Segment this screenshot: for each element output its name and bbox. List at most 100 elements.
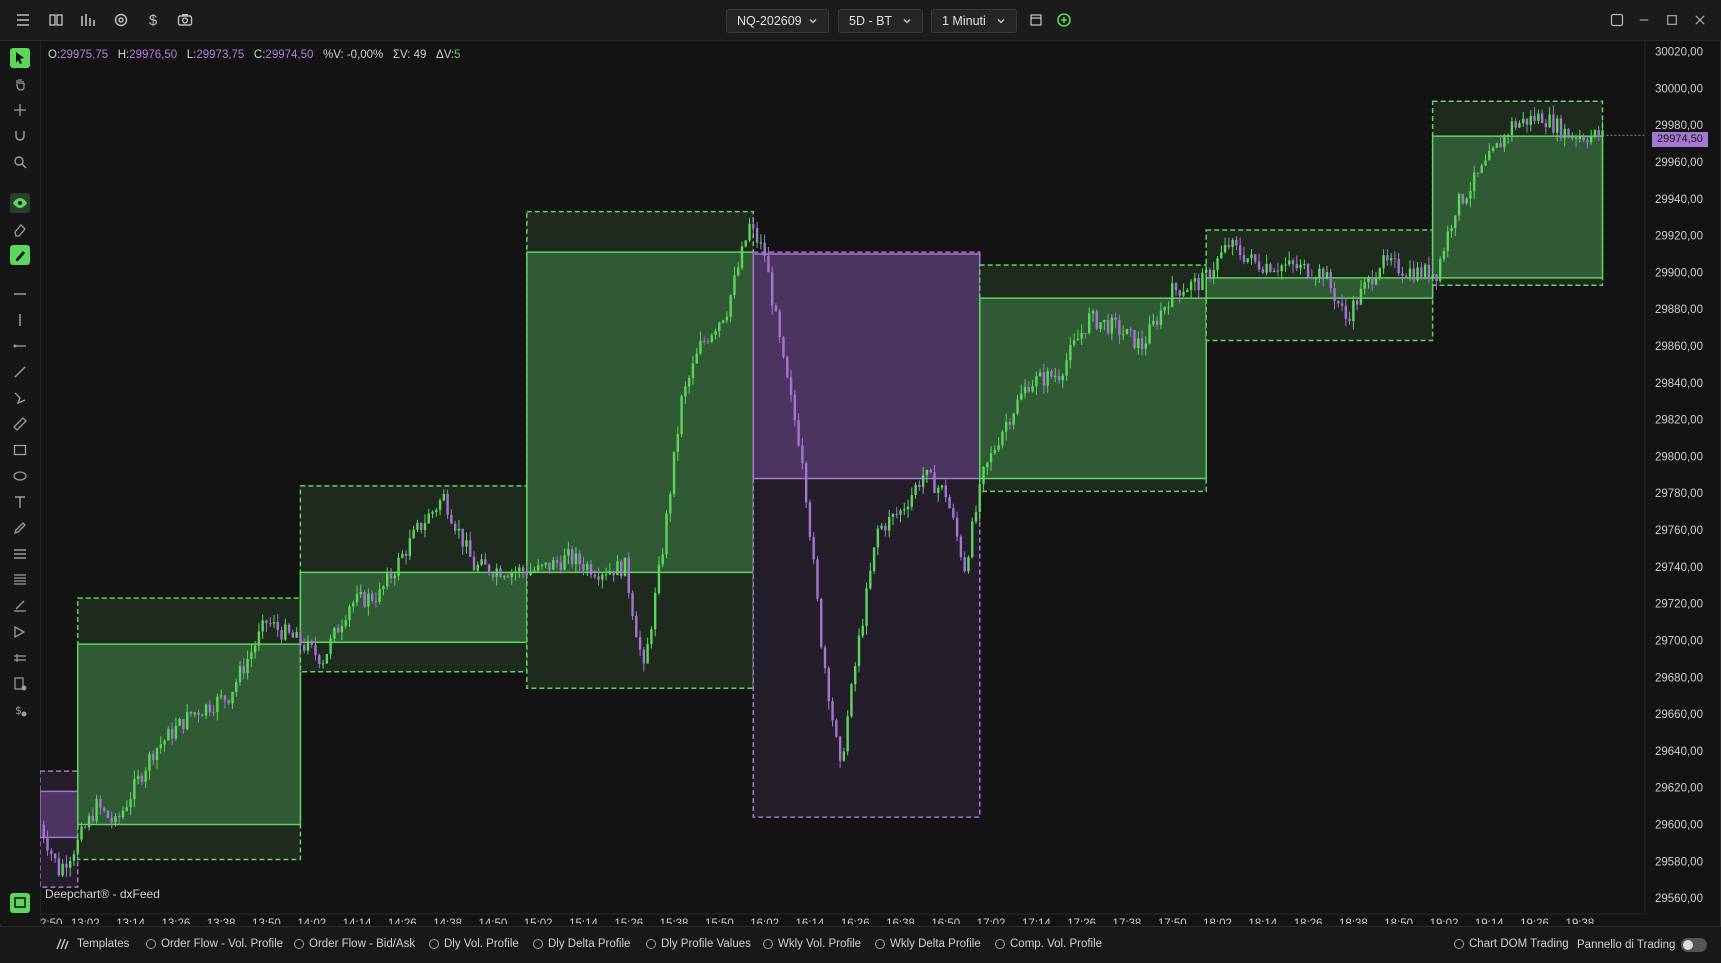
candle-body — [261, 620, 264, 632]
fib-icon[interactable] — [10, 570, 30, 590]
levels-icon[interactable] — [10, 648, 30, 668]
settings-icon[interactable] — [110, 9, 132, 31]
candle-body — [876, 528, 880, 548]
candle-body — [555, 559, 559, 563]
x-tick-label: 17:02 — [977, 918, 1006, 924]
candle-body — [884, 525, 887, 531]
horizontal-line-icon[interactable] — [10, 284, 30, 304]
option-comp-vol-profile[interactable]: Comp. Vol. Profile — [995, 938, 1102, 950]
path-icon[interactable] — [10, 388, 30, 408]
symbol-dropdown[interactable]: NQ-202609 — [726, 9, 829, 33]
option-label: Comp. Vol. Profile — [1010, 938, 1103, 950]
candle-body — [650, 629, 653, 645]
eye-icon[interactable] — [10, 193, 30, 213]
close-icon[interactable] — [1690, 10, 1710, 30]
zoom-icon[interactable] — [10, 152, 30, 172]
y-tick-label: 29620,00 — [1655, 783, 1703, 795]
candle-body — [1431, 274, 1434, 279]
interval-dropdown[interactable]: 1 Minuti — [931, 9, 1017, 33]
candle-body — [540, 564, 544, 566]
candle-body — [774, 305, 778, 312]
candle-body — [1016, 399, 1019, 414]
signature-icon[interactable] — [10, 596, 30, 616]
candle-body — [1012, 413, 1015, 425]
option-label: Order Flow - Vol. Profile — [161, 938, 284, 950]
ray-icon[interactable] — [10, 336, 30, 356]
option-dly-vol-profile[interactable]: Dly Vol. Profile — [429, 938, 519, 950]
candle-body — [1004, 421, 1008, 432]
long-position-icon[interactable] — [10, 622, 30, 642]
candle-body — [272, 622, 276, 624]
candle-body — [846, 716, 849, 752]
x-tick-label: 19:14 — [1475, 918, 1504, 924]
chart-dom-trading-option[interactable]: Chart DOM Trading — [1454, 938, 1569, 950]
trading-panel-toggle[interactable]: Pannello di Trading — [1577, 938, 1708, 952]
option-dly-delta-profile[interactable]: Dly Delta Profile — [533, 938, 630, 950]
camera-icon[interactable] — [174, 9, 196, 31]
candle-body — [46, 838, 49, 851]
y-tick-label: 29720,00 — [1655, 599, 1703, 611]
candle-body — [684, 386, 687, 397]
vertical-line-icon[interactable] — [10, 310, 30, 330]
candle-body — [1250, 254, 1253, 259]
candle-body — [159, 744, 162, 749]
eraser-icon[interactable] — [10, 219, 30, 239]
option-wkly-vol-profile[interactable]: Wkly Vol. Profile — [763, 938, 861, 950]
candle-body — [197, 712, 200, 716]
option-wkly-delta-profile[interactable]: Wkly Delta Profile — [875, 938, 981, 950]
price-chart[interactable]: 30020,00 30000,00 29980,00 29960,00 29940,00… — [40, 41, 1721, 924]
ruler-icon[interactable] — [10, 414, 30, 434]
dollar-order-icon[interactable]: $ — [10, 700, 30, 720]
minimize-icon[interactable] — [1634, 10, 1654, 30]
candle-body — [1337, 301, 1340, 304]
menu-icon[interactable] — [12, 9, 34, 31]
order-icon[interactable] — [10, 674, 30, 694]
templates-button[interactable]: Templates — [55, 938, 129, 950]
candle-body — [865, 588, 868, 626]
text-icon[interactable] — [10, 492, 30, 512]
bars-icon[interactable] — [77, 9, 99, 31]
rectangle-icon[interactable] — [10, 440, 30, 460]
candle-body — [963, 557, 966, 572]
candle-body — [201, 715, 204, 717]
toggle-switch[interactable] — [1681, 938, 1708, 952]
pointer-icon[interactable] — [10, 48, 30, 68]
crosshair-icon[interactable] — [10, 100, 30, 120]
window-icon[interactable] — [1025, 9, 1047, 31]
lock-draw-icon[interactable] — [10, 245, 30, 265]
candle-body — [1438, 259, 1442, 281]
candle-body — [1072, 340, 1076, 345]
x-tick-label: 15:26 — [614, 918, 643, 924]
candle-body — [1201, 272, 1204, 290]
maximize-icon[interactable] — [1662, 10, 1682, 30]
candle-body — [620, 561, 623, 577]
candle-body — [1374, 277, 1378, 285]
trendline-icon[interactable] — [10, 362, 30, 382]
option-order-flow-vol-profile[interactable]: Order Flow - Vol. Profile — [146, 938, 283, 950]
candle-body — [574, 553, 578, 565]
data-source-label: Deepchart® - dxFeed — [45, 887, 160, 901]
magnet-icon[interactable] — [10, 126, 30, 146]
candle-body — [887, 516, 891, 531]
pencil-icon[interactable] — [10, 518, 30, 538]
candle-body — [1555, 118, 1559, 133]
hand-icon[interactable] — [10, 74, 30, 94]
add-circle-icon[interactable] — [1053, 9, 1075, 31]
layout-icon[interactable] — [45, 9, 67, 31]
candle-body — [1571, 136, 1574, 138]
range-dropdown[interactable]: 5D - BT — [838, 9, 923, 33]
restore-icon[interactable] — [1607, 10, 1627, 30]
candle-body — [733, 275, 736, 296]
x-tick-label: 17:50 — [1158, 918, 1187, 924]
panel-toggle-icon[interactable] — [10, 893, 30, 913]
candle-body — [721, 320, 725, 323]
dollar-icon[interactable]: $ — [142, 9, 164, 31]
candle-body — [102, 807, 106, 811]
ellipse-icon[interactable] — [10, 466, 30, 486]
y-tick-label: 29640,00 — [1655, 746, 1703, 758]
option-order-flow-bid-ask[interactable]: Order Flow - Bid/Ask — [294, 938, 415, 950]
candle-body — [820, 598, 823, 648]
candle-body — [801, 445, 804, 464]
list-icon[interactable] — [10, 544, 30, 564]
option-dly-profile-values[interactable]: Dly Profile Values — [646, 938, 751, 950]
